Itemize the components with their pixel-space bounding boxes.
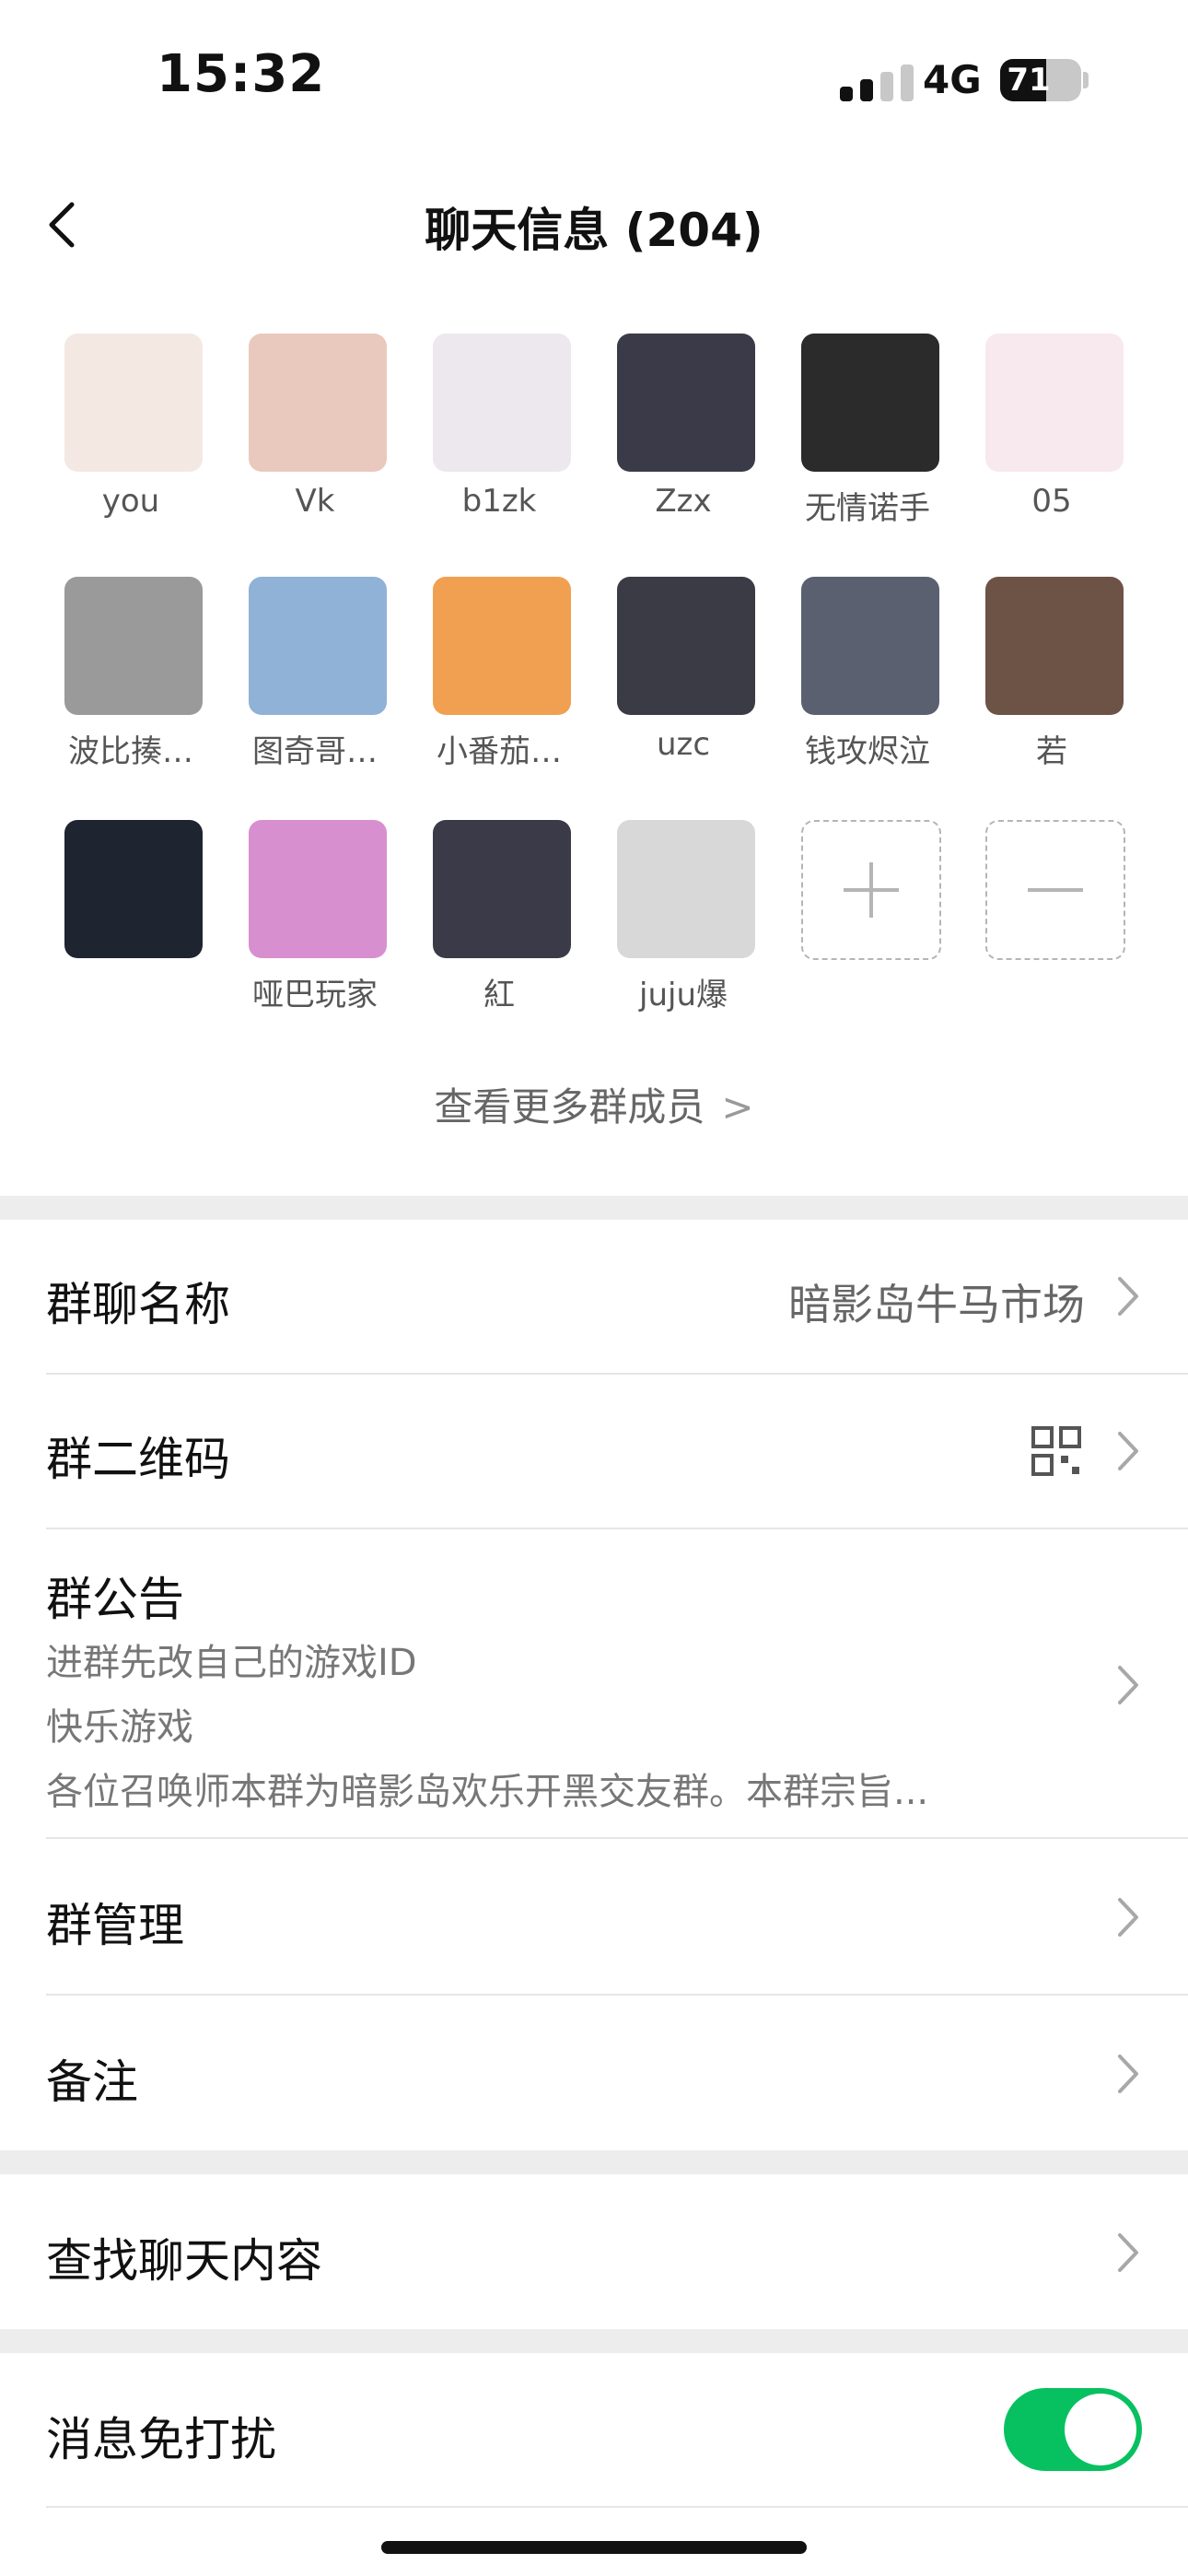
avatar xyxy=(64,577,203,715)
member-name: b1zk xyxy=(461,483,537,520)
member-item[interactable]: 05 xyxy=(960,313,1144,525)
avatar xyxy=(249,334,387,472)
avatar xyxy=(801,334,939,472)
member-name: you xyxy=(101,483,160,520)
member-name: 小番茄… xyxy=(437,733,562,770)
notice-line: 快乐游戏 xyxy=(46,1706,193,1749)
member-item[interactable]: juju爆 xyxy=(591,800,775,1013)
group-notice-row[interactable]: 群公告 进群先改自己的游戏ID 快乐游戏 各位召唤师本群为暗影岛欢乐开黑交友群。… xyxy=(0,1529,1188,1839)
chevron-right-icon xyxy=(1118,1277,1138,1316)
notice-line: 进群先改自己的游戏ID xyxy=(46,1642,417,1684)
member-item[interactable]: Zzx xyxy=(591,313,775,525)
member-name: 无情诺手 xyxy=(805,490,930,527)
icon-stroke xyxy=(869,862,873,918)
member-name: uzc xyxy=(656,726,711,763)
remark-label: 备注 xyxy=(46,2055,138,2109)
view-more-members-label: 查看更多群成员 xyxy=(434,1084,705,1130)
avatar xyxy=(433,820,571,958)
remark-row[interactable]: 备注 xyxy=(0,1996,1188,2150)
mute-label: 消息免打扰 xyxy=(46,2413,276,2466)
member-name: Zzx xyxy=(655,483,712,520)
group-name-value: 暗影岛牛马市场 xyxy=(788,1280,1085,1329)
status-bar: 15:32 4G 71 xyxy=(0,0,1188,147)
group-manage-label: 群管理 xyxy=(46,1899,184,1952)
member-name: juju爆 xyxy=(639,977,728,1013)
member-item[interactable]: 钱攻烬泣 xyxy=(775,556,960,770)
home-indicator xyxy=(381,2541,807,2554)
avatar xyxy=(617,334,755,472)
chevron-right-icon xyxy=(1118,2233,1138,2272)
avatar xyxy=(249,820,387,958)
chevron-right-icon xyxy=(1118,1666,1138,1704)
section-divider xyxy=(0,2329,1188,2353)
member-name: 图奇哥… xyxy=(252,733,378,770)
mute-row: 消息免打扰 xyxy=(0,2353,1188,2508)
status-time: 15:32 xyxy=(157,44,326,104)
search-chat-row[interactable]: 查找聊天内容 xyxy=(0,2174,1188,2329)
qr-code-icon xyxy=(1031,1426,1081,1476)
avatar xyxy=(64,820,203,958)
group-name-label: 群聊名称 xyxy=(46,1278,230,1331)
chevron-right-icon xyxy=(1118,2055,1138,2093)
member-item[interactable]: 无情诺手 xyxy=(775,313,960,527)
member-item[interactable]: b1zk xyxy=(407,313,591,525)
network-type: 4G xyxy=(923,57,982,102)
battery-icon: 71 xyxy=(1000,59,1081,101)
remove-member-button[interactable] xyxy=(960,800,1144,1012)
icon-stroke xyxy=(1028,888,1083,892)
signal-icon xyxy=(840,61,917,101)
avatar xyxy=(617,577,755,715)
mute-toggle[interactable] xyxy=(1004,2388,1142,2471)
member-item[interactable]: 波比揍… xyxy=(39,556,223,770)
avatar xyxy=(985,577,1124,715)
view-more-members-link[interactable]: 查看更多群成员 > xyxy=(0,1076,1188,1132)
nav-bar: 聊天信息 (204) xyxy=(0,175,1188,276)
section-divider xyxy=(0,2150,1188,2174)
toggle-knob xyxy=(1065,2394,1136,2465)
avatar xyxy=(801,577,939,715)
avatar xyxy=(249,577,387,715)
page-title: 聊天信息 (204) xyxy=(425,204,763,257)
row-divider xyxy=(46,2506,1188,2508)
member-item[interactable] xyxy=(39,800,223,1012)
member-name: 05 xyxy=(1031,483,1072,520)
add-member-button[interactable] xyxy=(775,800,960,1012)
member-name: 哑巴玩家 xyxy=(252,977,378,1013)
avatar xyxy=(64,334,203,472)
member-item[interactable]: you xyxy=(39,313,223,525)
member-name: Vk xyxy=(295,483,335,520)
qr-code-row[interactable]: 群二维码 xyxy=(0,1375,1188,1529)
group-notice-label: 群公告 xyxy=(46,1573,184,1626)
avatar xyxy=(433,577,571,715)
section-divider xyxy=(0,1196,1188,1220)
plus-icon xyxy=(801,820,941,960)
avatar xyxy=(985,334,1124,472)
member-item[interactable]: 图奇哥… xyxy=(223,556,407,770)
member-name: 紅 xyxy=(483,977,515,1013)
member-item[interactable]: uzc xyxy=(591,556,775,768)
avatar xyxy=(617,820,755,958)
avatar xyxy=(433,334,571,472)
member-item[interactable]: 哑巴玩家 xyxy=(223,800,407,1013)
chevron-right-icon xyxy=(1118,1898,1138,1937)
qr-code-label: 群二维码 xyxy=(46,1433,230,1486)
group-name-row[interactable]: 群聊名称 暗影岛牛马市场 xyxy=(0,1220,1188,1375)
search-chat-label: 查找聊天内容 xyxy=(46,2234,322,2288)
minus-icon xyxy=(985,820,1125,960)
member-name: 若 xyxy=(1036,733,1067,770)
member-item[interactable]: 若 xyxy=(960,556,1144,770)
chevron-right-icon: > xyxy=(721,1084,754,1130)
member-item[interactable]: 小番茄… xyxy=(407,556,591,770)
group-manage-row[interactable]: 群管理 xyxy=(0,1839,1188,1996)
chevron-right-icon xyxy=(1118,1432,1138,1470)
member-name: 波比揍… xyxy=(68,733,193,770)
battery-tip xyxy=(1083,72,1089,88)
member-name: 钱攻烬泣 xyxy=(805,733,930,770)
member-item[interactable]: 紅 xyxy=(407,800,591,1013)
member-item[interactable]: Vk xyxy=(223,313,407,525)
notice-line: 各位召唤师本群为暗影岛欢乐开黑交友群。本群宗旨... xyxy=(46,1771,929,1813)
battery-percent: 71 xyxy=(1007,62,1051,99)
